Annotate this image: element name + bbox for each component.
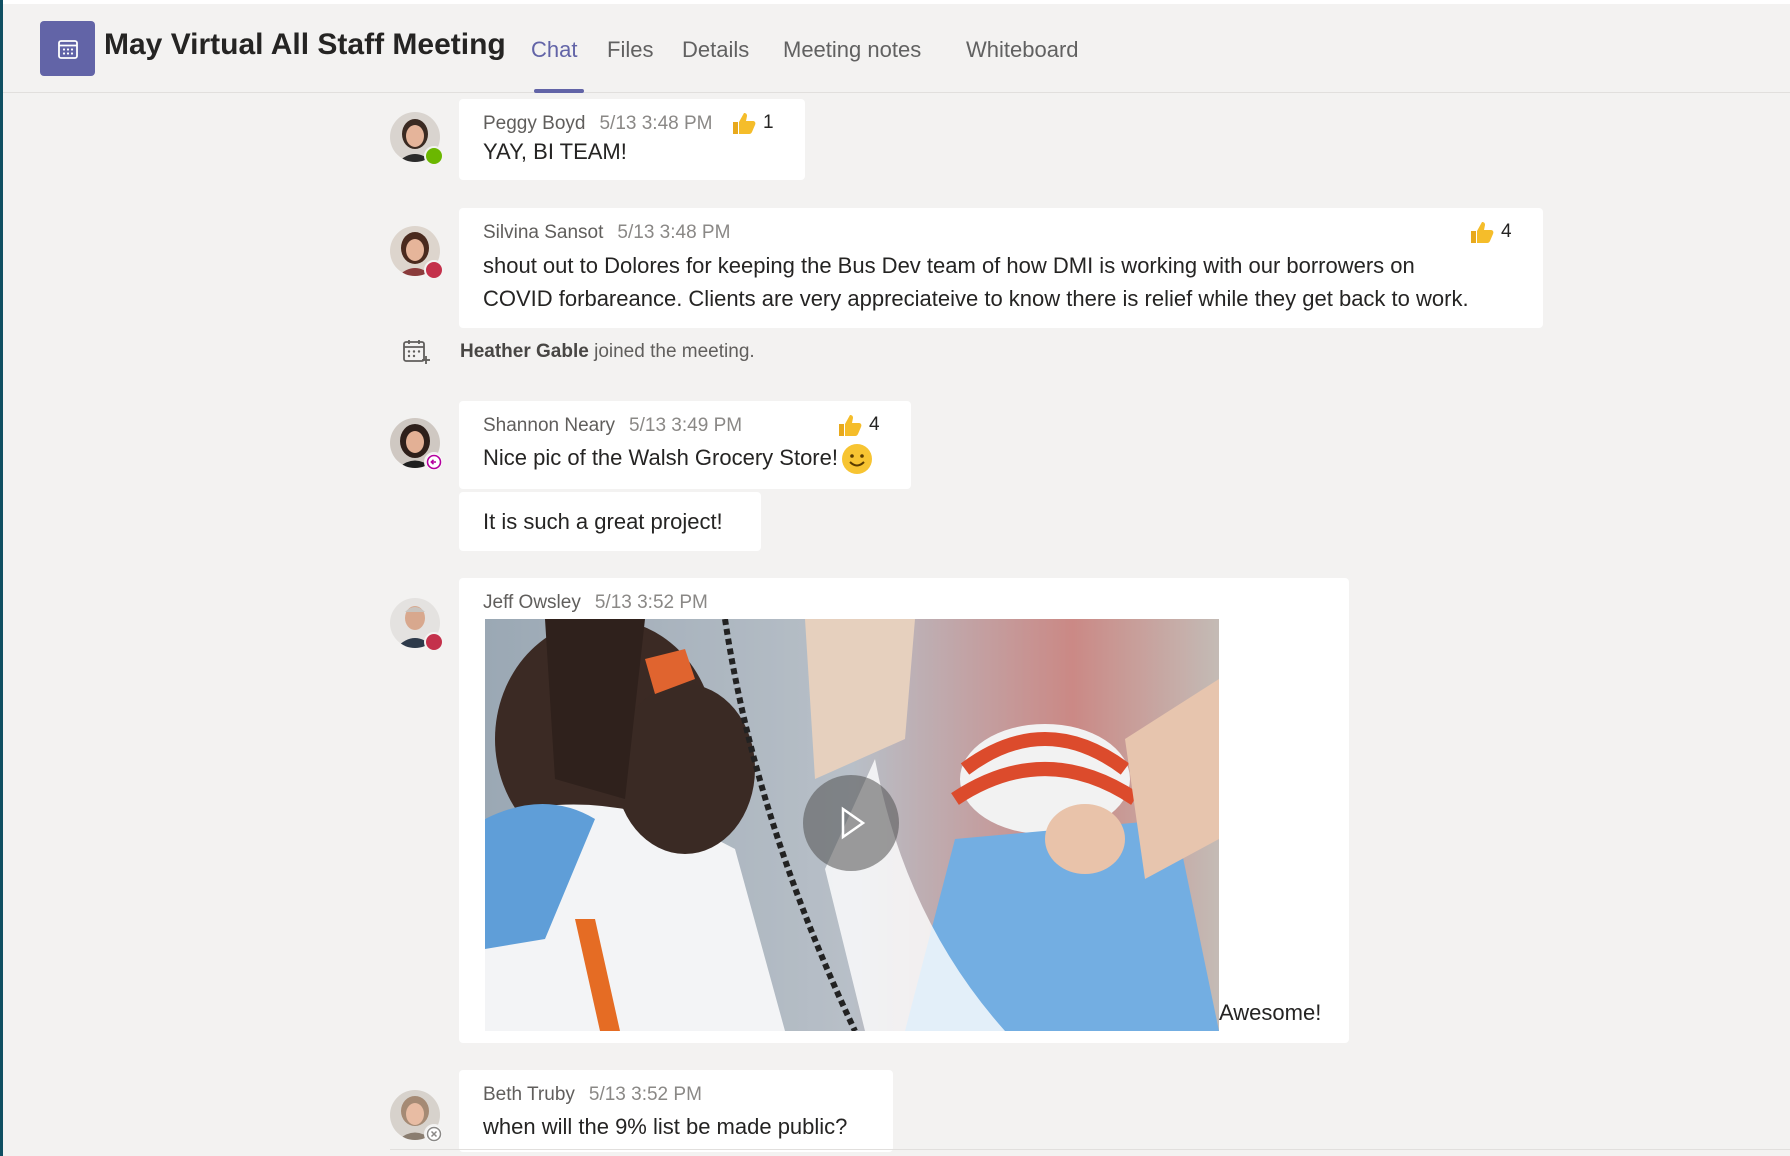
- message-author: Peggy Boyd: [483, 113, 586, 134]
- calendar-join-icon: [403, 340, 430, 364]
- message-bubble[interactable]: Shannon Neary 5/13 3:49 PM 4 Nice pic of …: [459, 401, 911, 489]
- reaction[interactable]: 4: [837, 413, 880, 437]
- message-time: 5/13 3:48 PM: [617, 222, 731, 243]
- thumbs-up-icon: [733, 113, 756, 134]
- system-event-text: Heather Gable joined the meeting.: [460, 341, 755, 363]
- message-text: shout out to Dolores for keeping the Bus…: [483, 253, 1415, 278]
- presence-busy-icon: [424, 632, 444, 652]
- message-text: Nice pic of the Walsh Grocery Store!: [483, 441, 874, 476]
- message-text: when will the 9% list be made public?: [483, 1114, 848, 1139]
- window-left-edge: [0, 0, 3, 1156]
- video-caption: Awesome!: [1219, 1000, 1322, 1025]
- system-event-message: joined the meeting.: [594, 341, 755, 362]
- message-time: 5/13 3:52 PM: [594, 592, 708, 613]
- thumbs-up-icon: [839, 415, 862, 436]
- avatar[interactable]: [390, 598, 444, 652]
- presence-away-icon: [424, 452, 444, 472]
- calendar-icon: [40, 21, 95, 76]
- presence-available-icon: [424, 146, 444, 166]
- thumbs-up-icon: [1471, 222, 1494, 243]
- video-attachment[interactable]: [485, 619, 1219, 1031]
- tab-whiteboard[interactable]: Whiteboard: [966, 37, 1079, 63]
- message-time: 5/13 3:49 PM: [629, 415, 743, 436]
- active-tab-indicator: [534, 89, 584, 93]
- tab-chat[interactable]: Chat: [531, 37, 577, 63]
- message-text: YAY, BI TEAM!: [483, 139, 627, 164]
- tab-meeting-notes[interactable]: Meeting notes: [783, 37, 921, 63]
- message-text: It is such a great project!: [483, 509, 723, 534]
- tab-details[interactable]: Details: [682, 37, 749, 63]
- message-author: Beth Truby: [483, 1084, 575, 1105]
- message-bubble[interactable]: Silvina Sansot 5/13 3:48 PM 4 shout out t…: [459, 208, 1543, 328]
- reaction-count: 4: [1501, 221, 1512, 242]
- message-bubble[interactable]: Peggy Boyd 5/13 3:48 PM 1 YAY, BI TEAM!: [459, 99, 805, 180]
- reaction-count: 4: [869, 414, 880, 435]
- meeting-header: May Virtual All Staff Meeting Chat Files…: [3, 4, 1790, 93]
- avatar[interactable]: [390, 1090, 444, 1144]
- tab-files[interactable]: Files: [607, 37, 653, 63]
- avatar[interactable]: [390, 418, 444, 472]
- divider: [390, 1149, 1790, 1150]
- message-text: COVID forbareance. Clients are very appr…: [483, 286, 1469, 311]
- joined-user-name: Heather Gable: [460, 341, 589, 362]
- meeting-title: May Virtual All Staff Meeting: [104, 28, 506, 61]
- smile-emoji-icon: [841, 444, 872, 475]
- message-text-content: Nice pic of the Walsh Grocery Store!: [483, 445, 838, 470]
- message-bubble[interactable]: Beth Truby 5/13 3:52 PM when will the 9% …: [459, 1070, 893, 1152]
- message-bubble[interactable]: It is such a great project!: [459, 492, 761, 551]
- presence-busy-icon: [424, 260, 444, 280]
- avatar[interactable]: [390, 112, 444, 166]
- message-time: 5/13 3:52 PM: [588, 1084, 702, 1105]
- reaction-count: 1: [763, 112, 774, 133]
- reaction[interactable]: 1: [731, 111, 774, 135]
- play-icon: [841, 806, 866, 840]
- message-author: Jeff Owsley: [483, 592, 581, 613]
- presence-offline-icon: [424, 1124, 444, 1144]
- message-author: Silvina Sansot: [483, 222, 604, 243]
- play-button[interactable]: [803, 775, 899, 871]
- message-time: 5/13 3:48 PM: [599, 113, 713, 134]
- message-author: Shannon Neary: [483, 415, 616, 436]
- avatar[interactable]: [390, 226, 444, 280]
- reaction[interactable]: 4: [1469, 220, 1512, 244]
